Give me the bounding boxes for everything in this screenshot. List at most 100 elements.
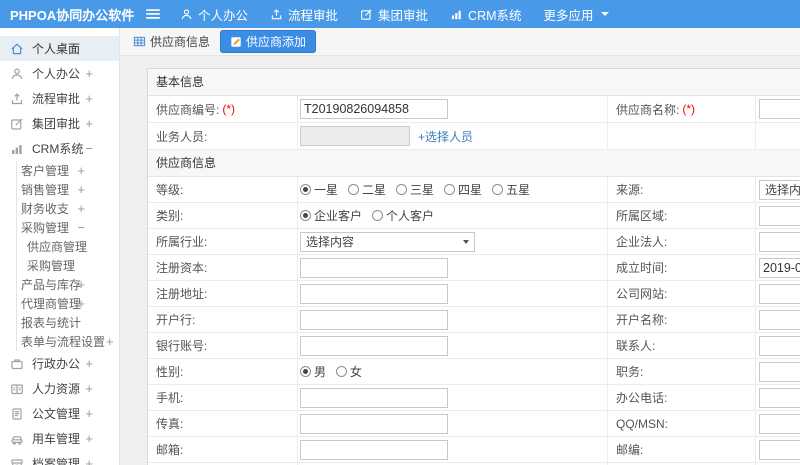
bank-input[interactable] [300, 309, 448, 330]
sidebar-item-hr[interactable]: 人力资源 + [0, 376, 119, 401]
sidebar-item-archive-mgmt[interactable]: 档案管理 + [0, 451, 119, 465]
radio-option-two-star[interactable]: 二星 [348, 181, 386, 198]
salesman-label: 业务人员: [148, 123, 298, 149]
qq-msn-input[interactable] [759, 413, 800, 434]
expand-toggle[interactable]: + [85, 431, 93, 446]
legal-person-label: 企业法人: [608, 229, 756, 254]
expand-toggle[interactable]: + [85, 456, 93, 465]
expand-toggle[interactable]: + [85, 116, 93, 131]
nav-personal-office[interactable]: 个人办公 [180, 5, 248, 24]
sidebar-item-finance-mgmt[interactable]: 财务收支 + [17, 199, 119, 218]
reg-address-input[interactable] [300, 283, 448, 304]
nav-workflow-approval[interactable]: 流程审批 [270, 5, 338, 24]
sidebar-item-customer-mgmt[interactable]: 客户管理 + [17, 161, 119, 180]
app-logo: PHPOA协同办公软件 [10, 7, 135, 23]
tab-supplier-info[interactable]: 供应商信息 [133, 33, 210, 50]
radio-option-female[interactable]: 女 [336, 363, 362, 380]
form-row: 注册资本: 成立时间: [148, 255, 800, 281]
collapse-toggle[interactable]: − [85, 141, 93, 156]
expand-toggle[interactable]: + [85, 381, 93, 396]
source-select[interactable]: 选择内容 [759, 179, 800, 200]
zip-label: 邮编: [608, 437, 756, 462]
empty-cell [756, 123, 800, 149]
mobile-input[interactable] [300, 387, 448, 408]
sidebar-item-form-workflow-settings[interactable]: 表单与流程设置 + [17, 332, 119, 351]
office-phone-input[interactable] [759, 387, 800, 408]
sidebar-item-admin-office[interactable]: 行政办公 + [0, 351, 119, 376]
form-row: 所属行业: 选择内容 企业法人: [148, 229, 800, 255]
radio-icon [372, 210, 384, 221]
reg-capital-input[interactable] [300, 257, 448, 278]
salesman-input[interactable] [300, 126, 410, 146]
section-title-supplier-info: 供应商信息 [148, 150, 800, 177]
source-cell: 选择内容 [756, 177, 800, 202]
contact-input[interactable] [759, 335, 800, 356]
collapse-toggle[interactable]: − [77, 220, 85, 235]
account-name-input[interactable] [759, 309, 800, 330]
sidebar-item-vehicle-mgmt[interactable]: 用车管理 + [0, 426, 119, 451]
expand-toggle[interactable]: + [77, 277, 85, 292]
expand-toggle[interactable]: + [77, 163, 85, 178]
bank-account-input[interactable] [300, 335, 448, 356]
nav-crm-system[interactable]: CRM系统 [450, 5, 522, 24]
reg-capital-cell [298, 255, 608, 280]
upload-icon [270, 8, 283, 21]
radio-option-male[interactable]: 男 [300, 363, 326, 380]
radio-option-four-star[interactable]: 四星 [444, 181, 482, 198]
sidebar-item-agent-mgmt[interactable]: 代理商管理 + [17, 294, 119, 313]
website-input[interactable] [759, 283, 800, 304]
expand-toggle[interactable]: + [77, 182, 85, 197]
content-area: 供应商信息 供应商添加 基本信息 供应商编号: (*) T20190826094… [120, 28, 800, 465]
region-input[interactable] [759, 205, 800, 226]
expand-toggle[interactable]: + [85, 91, 93, 106]
tab-supplier-add[interactable]: 供应商添加 [220, 30, 317, 53]
sidebar-item-group-approval[interactable]: 集团审批 + [0, 111, 119, 136]
car-icon [10, 432, 24, 446]
sidebar-item-official-doc-mgmt[interactable]: 公文管理 + [0, 401, 119, 426]
sidebar-item-product-inventory[interactable]: 产品与库存 + [17, 275, 119, 294]
radio-option-personal[interactable]: 个人客户 [372, 207, 434, 224]
expand-toggle[interactable]: + [85, 66, 93, 81]
sidebar-item-personal-office[interactable]: 个人办公 + [0, 61, 119, 86]
sidebar-item-crm-system[interactable]: CRM系统 − [0, 136, 119, 161]
industry-label: 所属行业: [148, 229, 298, 254]
form-row: 等级: 一星 二星 三星 四星 五星 来源: 选择内容 [148, 177, 800, 203]
legal-person-input[interactable] [759, 231, 800, 252]
sidebar-item-personal-desktop[interactable]: 个人桌面 [0, 36, 119, 61]
industry-select[interactable]: 选择内容 [300, 231, 475, 252]
level-radio-group: 一星 二星 三星 四星 五星 [298, 177, 608, 202]
sidebar-item-purchase-mgmt-sub[interactable]: 采购管理 [17, 256, 119, 275]
expand-toggle[interactable]: + [85, 406, 93, 421]
nav-more-apps[interactable]: 更多应用 [544, 5, 609, 24]
sidebar-item-reports-stats[interactable]: 报表与统计 [17, 313, 119, 332]
sidebar-item-supplier-mgmt[interactable]: 供应商管理 [17, 237, 119, 256]
required-marker: (*) [682, 102, 696, 116]
supplier-name-label: 供应商名称: (*) [608, 96, 756, 122]
expand-toggle[interactable]: + [77, 296, 85, 311]
legal-person-cell [756, 229, 800, 254]
expand-toggle[interactable]: + [106, 334, 114, 349]
radio-option-five-star[interactable]: 五星 [492, 181, 530, 198]
radio-option-one-star[interactable]: 一星 [300, 181, 338, 198]
hamburger-menu-icon[interactable] [146, 7, 160, 21]
founded-date-input[interactable] [759, 257, 800, 278]
sidebar-item-workflow-approval[interactable]: 流程审批 + [0, 86, 119, 111]
radio-option-three-star[interactable]: 三星 [396, 181, 434, 198]
expand-toggle[interactable]: + [77, 201, 85, 216]
region-cell [756, 203, 800, 228]
email-input[interactable] [300, 439, 448, 460]
sidebar-item-purchase-mgmt[interactable]: 采购管理 − [17, 218, 119, 237]
fax-input[interactable] [300, 413, 448, 434]
sidebar-item-sales-mgmt[interactable]: 销售管理 + [17, 180, 119, 199]
supplier-no-input[interactable] [300, 99, 448, 119]
zip-input[interactable] [759, 439, 800, 460]
nav-group-approval[interactable]: 集团审批 [360, 5, 428, 24]
radio-option-company[interactable]: 企业客户 [300, 207, 362, 224]
position-input[interactable] [759, 361, 800, 382]
choose-person-link[interactable]: +选择人员 [418, 128, 473, 145]
form-row: 性别: 男 女 职务: [148, 359, 800, 385]
supplier-name-input[interactable] [759, 99, 800, 119]
account-name-label: 开户名称: [608, 307, 756, 332]
pencil-icon [230, 36, 242, 48]
expand-toggle[interactable]: + [85, 356, 93, 371]
